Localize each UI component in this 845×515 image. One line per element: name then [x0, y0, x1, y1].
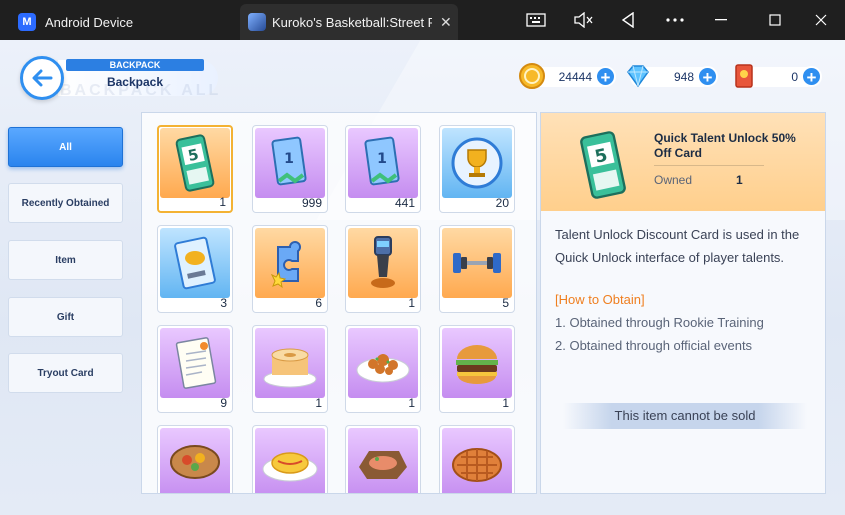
item-detail-panel: 5 Quick Talent Unlock 50% Off Card Owned… — [540, 112, 826, 494]
sidebar-item-label: All — [59, 141, 72, 153]
ticket-card-icon: 1 — [255, 128, 325, 198]
detail-item-name: Quick Talent Unlock 50% Off Card — [654, 131, 796, 160]
cup-icon — [348, 228, 418, 298]
item-qty: 1 — [408, 396, 415, 410]
svg-text:1: 1 — [284, 151, 294, 167]
sidebar-item-label: Recently Obtained — [21, 197, 110, 209]
game-icon — [248, 13, 266, 31]
detail-divider — [654, 165, 764, 166]
add-diamonds-button[interactable]: + — [697, 66, 718, 87]
back-button[interactable] — [20, 56, 64, 100]
grid-item-fried-dish[interactable]: 1 — [345, 325, 421, 413]
sidebar-item-label: Item — [55, 254, 76, 266]
fish-plate-icon — [348, 428, 418, 493]
how-to-obtain-heading: [How to Obtain] — [555, 292, 645, 307]
grid-item-blue-card[interactable]: 3 — [157, 225, 233, 313]
item-description: Talent Unlock Discount Card is used in t… — [555, 227, 800, 265]
grid-item-purple-ticket-b[interactable]: 1 441 — [345, 125, 421, 213]
item-qty: 999 — [301, 196, 322, 210]
stew-bowl-icon — [160, 428, 230, 493]
item-qty: 1 — [408, 296, 415, 310]
close-window-icon[interactable] — [808, 8, 834, 32]
cannot-sell-notice: This item cannot be sold — [563, 403, 807, 429]
obtain-method-2: 2. Obtained through official events — [555, 338, 753, 353]
grid-item-purple-ticket[interactable]: 1 999 — [252, 125, 328, 213]
blue-card-icon — [160, 228, 230, 298]
puzzle-icon — [255, 228, 325, 298]
item-qty: 1 — [502, 396, 509, 410]
currency-coins: 24444 + — [519, 63, 616, 89]
fried-dish-icon — [348, 328, 418, 398]
pie-icon — [442, 428, 512, 493]
add-coins-button[interactable]: + — [595, 66, 616, 87]
page-title: Backpack — [106, 75, 164, 89]
item-qty: 1 — [219, 195, 226, 209]
tab-game[interactable]: Kuroko's Basketball:Street Riva ✕ — [240, 4, 458, 40]
item-qty: 3 — [220, 296, 227, 310]
sidebar-item-item[interactable]: Item — [8, 240, 123, 280]
grid-item-trophy[interactable]: 20 — [439, 125, 515, 213]
minimize-icon[interactable] — [708, 8, 734, 32]
currency-tickets: 0 + — [735, 64, 822, 88]
add-tickets-button[interactable]: + — [801, 66, 822, 87]
mute-icon[interactable] — [570, 8, 596, 32]
grid-item-hamburger[interactable]: 1 — [439, 325, 515, 413]
trophy-icon — [442, 128, 512, 198]
item-qty: 20 — [495, 196, 509, 210]
item-grid: 5 1 1 999 1 441 20 3 6 1 5 9 1 1 1 — [141, 112, 537, 494]
grid-item-puzzle[interactable]: 6 — [252, 225, 328, 313]
grid-item-dumbbell[interactable]: 5 — [439, 225, 515, 313]
svg-text:1: 1 — [377, 151, 387, 167]
sidebar-item-recently-obtained[interactable]: Recently Obtained — [8, 183, 123, 223]
grid-item-cake[interactable]: 1 — [252, 325, 328, 413]
cake-icon — [255, 328, 325, 398]
grid-item-talent-unlock-card[interactable]: 5 1 — [157, 125, 233, 213]
sidebar-item-tryout-card[interactable]: Tryout Card — [8, 353, 123, 393]
obtain-method-1: 1. Obtained through Rookie Training — [555, 315, 764, 330]
talent-card-icon: 5 — [553, 125, 653, 205]
sidebar-item-all[interactable]: All — [8, 127, 123, 167]
tab-android-device-label: Android Device — [45, 14, 134, 30]
grid-item-pie[interactable] — [439, 425, 515, 493]
dumbbell-icon — [442, 228, 512, 298]
grid-item-omelette[interactable] — [252, 425, 328, 493]
diamond-icon — [624, 62, 652, 90]
maximize-icon[interactable] — [762, 8, 788, 32]
ticket-card-icon: 1 — [348, 128, 418, 198]
grid-item-stew[interactable] — [157, 425, 233, 493]
back-triangle-icon[interactable] — [615, 8, 641, 32]
currency-diamonds: 948 + — [627, 65, 718, 88]
keyboard-icon[interactable] — [523, 8, 549, 32]
talent-card-icon: 5 — [160, 128, 230, 198]
omelette-icon — [255, 428, 325, 493]
grid-item-fish-plate[interactable] — [345, 425, 421, 493]
item-qty: 5 — [502, 296, 509, 310]
grid-item-cup[interactable]: 1 — [345, 225, 421, 313]
item-qty: 9 — [220, 396, 227, 410]
arrow-left-icon — [32, 69, 53, 87]
window-title-bar: M Android Device Kuroko's Basketball:Str… — [0, 0, 845, 40]
header-subtitle: BACKPACK — [66, 59, 204, 71]
sidebar-item-label: Gift — [56, 311, 75, 323]
coin-icon — [518, 62, 546, 90]
game-screen: BACKPACK ALL BACKPACK Backpack 24444 + 9… — [0, 40, 845, 515]
item-qty: 1 — [315, 396, 322, 410]
more-options-icon[interactable] — [662, 8, 688, 32]
tab-android-device[interactable]: M Android Device — [0, 4, 238, 40]
owned-value: 1 — [736, 173, 743, 187]
tab-close-button[interactable]: ✕ — [440, 14, 452, 31]
sidebar-item-gift[interactable]: Gift — [8, 297, 123, 337]
hamburger-icon — [442, 328, 512, 398]
item-qty: 441 — [394, 196, 415, 210]
item-qty: 6 — [315, 296, 322, 310]
grid-item-notes[interactable]: 9 — [157, 325, 233, 413]
owned-label: Owned — [654, 173, 693, 187]
notes-icon — [160, 328, 230, 398]
tab-game-label: Kuroko's Basketball:Street Riva — [272, 14, 432, 30]
app-logo-icon: M — [18, 13, 36, 31]
ticket-icon — [730, 62, 758, 90]
sidebar-item-label: Tryout Card — [37, 367, 94, 379]
